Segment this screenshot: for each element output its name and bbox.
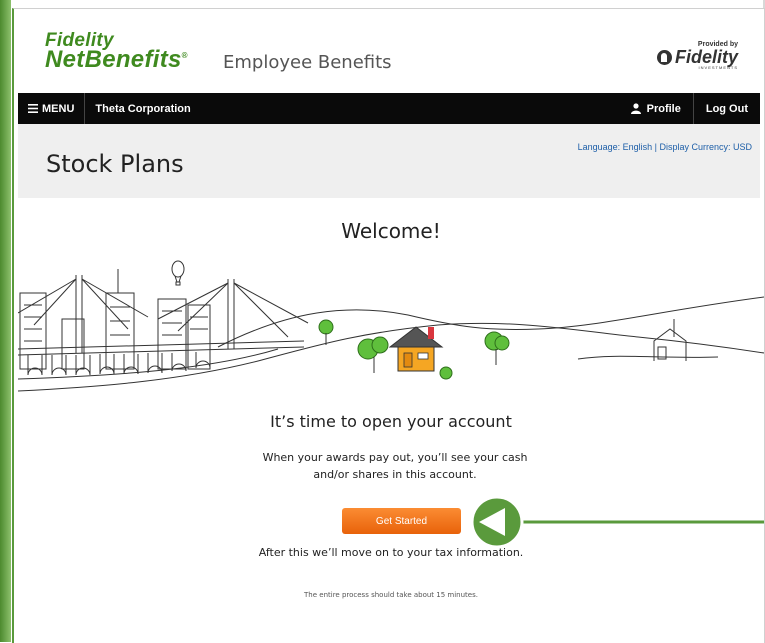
hamburger-icon xyxy=(28,104,38,113)
employee-benefits-label: Employee Benefits xyxy=(223,52,392,73)
logout-link[interactable]: Log Out xyxy=(694,103,760,115)
welcome-heading: Welcome! xyxy=(341,219,441,243)
page-header: Stock Plans Language: English | Display … xyxy=(18,124,760,198)
netbenefits-logo[interactable]: Fidelity NetBenefits® xyxy=(45,31,188,72)
menu-label: MENU xyxy=(42,102,75,115)
callout-arrow-icon xyxy=(470,495,764,549)
person-icon xyxy=(630,103,641,114)
profile-label: Profile xyxy=(646,102,681,115)
browser-frame: Fidelity NetBenefits® Employee Benefits … xyxy=(12,8,765,643)
awards-description: When your awards pay out, you’ll see you… xyxy=(262,451,528,481)
menu-button[interactable]: MENU xyxy=(18,93,86,124)
left-accent-bar xyxy=(0,0,11,642)
fidelity-logo-icon xyxy=(656,50,672,65)
landscape-illustration xyxy=(18,260,764,392)
company-name: Theta Corporation xyxy=(95,102,191,115)
logo-line2-text: NetBenefits xyxy=(45,46,182,73)
page-title: Stock Plans xyxy=(46,150,184,178)
registered-mark: ® xyxy=(181,51,188,60)
language-currency-link[interactable]: Language: English | Display Currency: US… xyxy=(578,142,752,152)
time-estimate-note: The entire process should take about 15 … xyxy=(304,591,478,599)
get-started-button[interactable]: Get Started xyxy=(342,508,461,534)
top-nav-bar: MENU Theta Corporation Profile Log Out xyxy=(18,93,760,124)
house-icon xyxy=(388,326,444,372)
profile-link[interactable]: Profile xyxy=(619,93,694,124)
open-account-heading: It’s time to open your account xyxy=(270,412,512,431)
provided-by-fidelity: Provided by Fidelity INVESTMENTS xyxy=(656,41,738,70)
logo-line2: NetBenefits® xyxy=(45,48,188,72)
